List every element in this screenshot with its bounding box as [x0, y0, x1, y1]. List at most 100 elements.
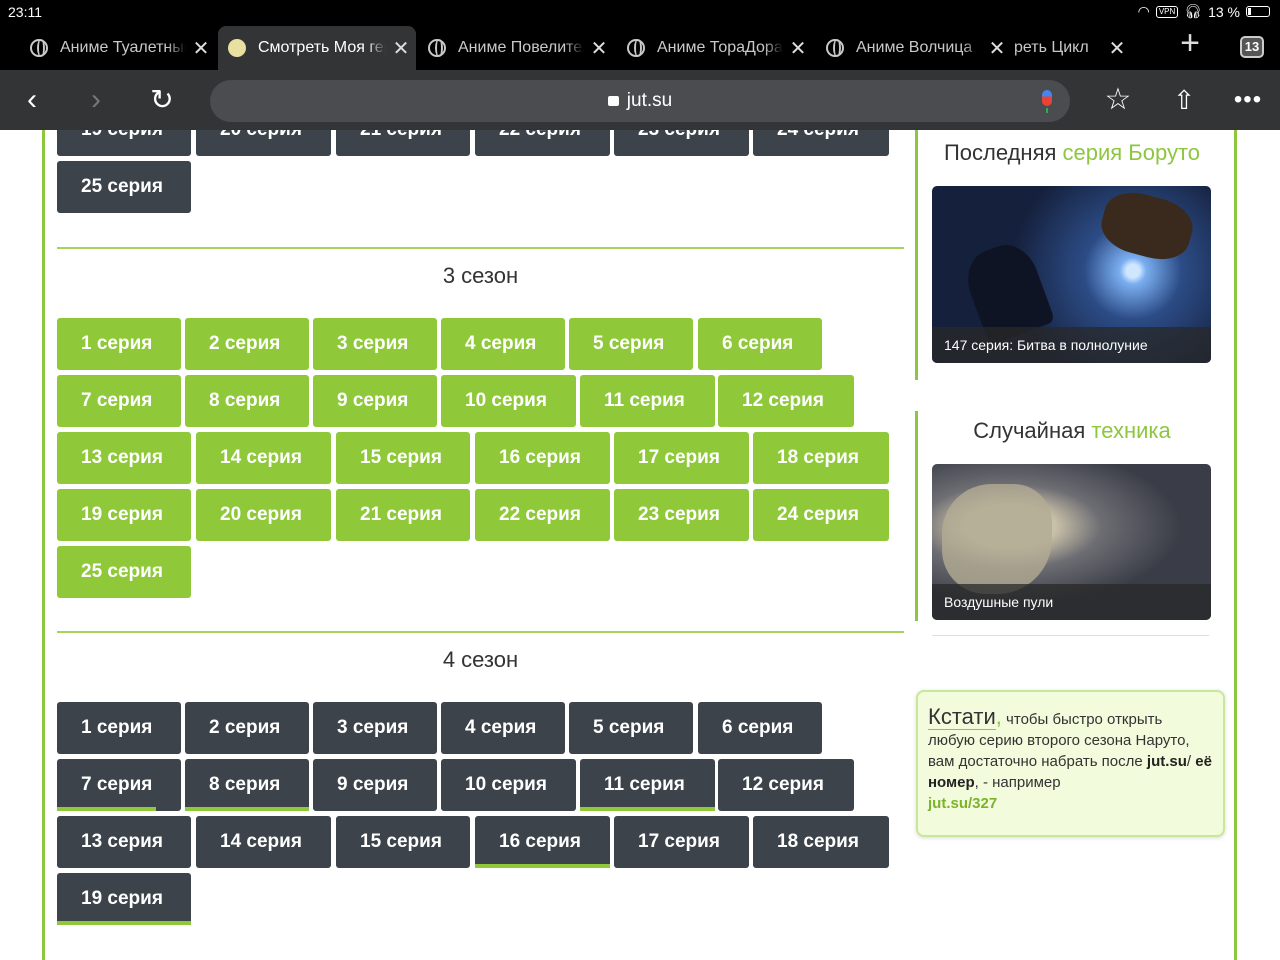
episode-button[interactable]: 16 серия — [475, 432, 610, 484]
episode-button[interactable]: 5 серия — [569, 702, 693, 754]
sidebar-divider — [932, 635, 1209, 636]
latest-episode-caption: 147 серия: Битва в полнолуние — [932, 327, 1211, 363]
episode-button[interactable]: 2 серия — [185, 318, 309, 370]
info-text-2: , - например — [974, 774, 1061, 791]
title-highlight[interactable]: серия Боруто — [1063, 140, 1201, 165]
episode-button[interactable]: 3 серия — [313, 702, 437, 754]
episode-button[interactable]: 7 серия — [57, 375, 181, 427]
episode-label: 19 серия — [81, 130, 163, 140]
episode-button[interactable]: 15 серия — [336, 432, 470, 484]
episode-label: 23 серия — [638, 130, 720, 140]
episode-button[interactable]: 14 серия — [196, 816, 331, 868]
title-text: Последняя — [943, 140, 1063, 165]
tab-6[interactable]: реть Цикл ✕ — [1012, 26, 1132, 70]
episode-button[interactable]: 14 серия — [196, 432, 331, 484]
episode-button[interactable]: 22 серия — [475, 130, 610, 156]
close-tab-icon[interactable]: ✕ — [1102, 36, 1132, 61]
episode-button[interactable]: 24 серия — [753, 130, 889, 156]
close-tab-icon[interactable]: ✕ — [386, 36, 416, 61]
close-tab-icon[interactable]: ✕ — [186, 36, 216, 61]
episode-button[interactable]: 1 серия — [57, 702, 181, 754]
episode-button[interactable]: 21 серия — [336, 489, 470, 541]
thumbnail-figure — [942, 484, 1052, 594]
episode-button[interactable]: 19 серия — [57, 873, 191, 925]
episode-button[interactable]: 11 серия — [580, 375, 715, 427]
new-tab-button[interactable]: + — [1170, 24, 1210, 63]
latest-boruto-block — [915, 130, 918, 380]
latest-episode-thumbnail[interactable]: 147 серия: Битва в полнолуние — [932, 186, 1211, 363]
episode-button[interactable]: 25 серия — [57, 161, 191, 213]
forward-icon[interactable]: › — [78, 70, 114, 130]
episode-button[interactable]: 6 серия — [698, 318, 822, 370]
episode-button[interactable]: 16 серия — [475, 816, 610, 868]
episode-button[interactable]: 17 серия — [614, 816, 749, 868]
info-example-link[interactable]: jut.su/327 — [928, 795, 997, 812]
episode-button[interactable]: 18 серия — [753, 816, 889, 868]
episode-button[interactable]: 5 серия — [569, 318, 693, 370]
bookmark-star-icon[interactable]: ☆ — [1098, 70, 1138, 130]
tab-5[interactable]: Аниме Волчица ✕ — [816, 26, 1012, 70]
episode-button[interactable]: 4 серия — [441, 318, 565, 370]
episode-button[interactable]: 24 серия — [753, 489, 889, 541]
episode-button[interactable]: 7 серия — [57, 759, 181, 811]
close-tab-icon[interactable]: ✕ — [783, 36, 813, 61]
episode-button[interactable]: 23 серия — [614, 489, 749, 541]
tab-count-button[interactable]: 13 — [1240, 36, 1264, 58]
episode-button[interactable]: 17 серия — [614, 432, 749, 484]
close-tab-icon[interactable]: ✕ — [584, 36, 614, 61]
episode-button[interactable]: 22 серия — [475, 489, 610, 541]
episode-button[interactable]: 3 серия — [313, 318, 437, 370]
episode-button[interactable]: 12 серия — [718, 375, 854, 427]
address-bar[interactable]: jut.su — [210, 80, 1070, 122]
random-technique-thumbnail[interactable]: Воздушные пули — [932, 464, 1211, 620]
episode-button[interactable]: 8 серия — [185, 375, 309, 427]
episode-button[interactable]: 4 серия — [441, 702, 565, 754]
reload-icon[interactable]: ↻ — [142, 70, 182, 130]
episode-button[interactable]: 21 серия — [336, 130, 470, 156]
back-icon[interactable]: ‹ — [14, 70, 50, 130]
episode-button[interactable]: 19 серия — [57, 489, 191, 541]
title-highlight[interactable]: техника — [1091, 418, 1170, 443]
episode-button[interactable]: 1 серия — [57, 318, 181, 370]
battery-percent: 13 % — [1208, 3, 1240, 20]
tab-3[interactable]: Аниме Повелитель ✕ — [418, 26, 614, 70]
episode-label: 21 серия — [360, 130, 442, 140]
tab-1[interactable]: Аниме Туалетный ✕ — [20, 26, 216, 70]
episode-button[interactable]: 8 серия — [185, 759, 309, 811]
microphone-icon[interactable] — [1042, 90, 1052, 113]
url-text: jut.su — [626, 90, 673, 111]
tab-4[interactable]: Аниме ТораДора ✕ — [617, 26, 813, 70]
episode-button[interactable]: 10 серия — [441, 375, 576, 427]
episode-button[interactable]: 2 серия — [185, 702, 309, 754]
episode-button[interactable]: 10 серия — [441, 759, 576, 811]
episode-button[interactable]: 12 серия — [718, 759, 854, 811]
more-menu-icon[interactable]: ••• — [1228, 70, 1268, 130]
episode-button[interactable]: 15 серия — [336, 816, 470, 868]
tab-2-active[interactable]: Смотреть Моя геройская ✕ — [218, 26, 416, 70]
content-border-left — [42, 130, 45, 960]
episode-button[interactable]: 6 серия — [698, 702, 822, 754]
globe-icon — [428, 39, 446, 57]
share-icon[interactable]: ⇧ — [1164, 70, 1204, 130]
episode-button[interactable]: 20 серия — [196, 489, 331, 541]
status-right: ◠ VPN 🎧︎ 13 % — [1138, 3, 1270, 20]
episode-button[interactable]: 19 серия — [57, 130, 191, 156]
episode-button[interactable]: 18 серия — [753, 432, 889, 484]
close-tab-icon[interactable]: ✕ — [982, 36, 1012, 61]
episode-button[interactable]: 11 серия — [580, 759, 715, 811]
episode-label: 5 серия — [593, 333, 665, 354]
episode-button[interactable]: 13 серия — [57, 432, 191, 484]
episode-button[interactable]: 9 серия — [313, 375, 437, 427]
episode-button[interactable]: 23 серия — [614, 130, 749, 156]
episode-label: 18 серия — [777, 447, 859, 468]
episode-label: 24 серия — [777, 130, 859, 140]
globe-icon — [30, 39, 48, 57]
info-slash: / — [1186, 753, 1196, 770]
episode-label: 11 серия — [604, 390, 685, 411]
tab-strip: Аниме Туалетный ✕ Смотреть Моя геройская… — [0, 24, 1280, 70]
episode-button[interactable]: 9 серия — [313, 759, 437, 811]
episode-button[interactable]: 20 серия — [196, 130, 331, 156]
episode-button[interactable]: 25 серия — [57, 546, 191, 598]
watch-progress-bar — [57, 921, 191, 925]
episode-button[interactable]: 13 серия — [57, 816, 191, 868]
